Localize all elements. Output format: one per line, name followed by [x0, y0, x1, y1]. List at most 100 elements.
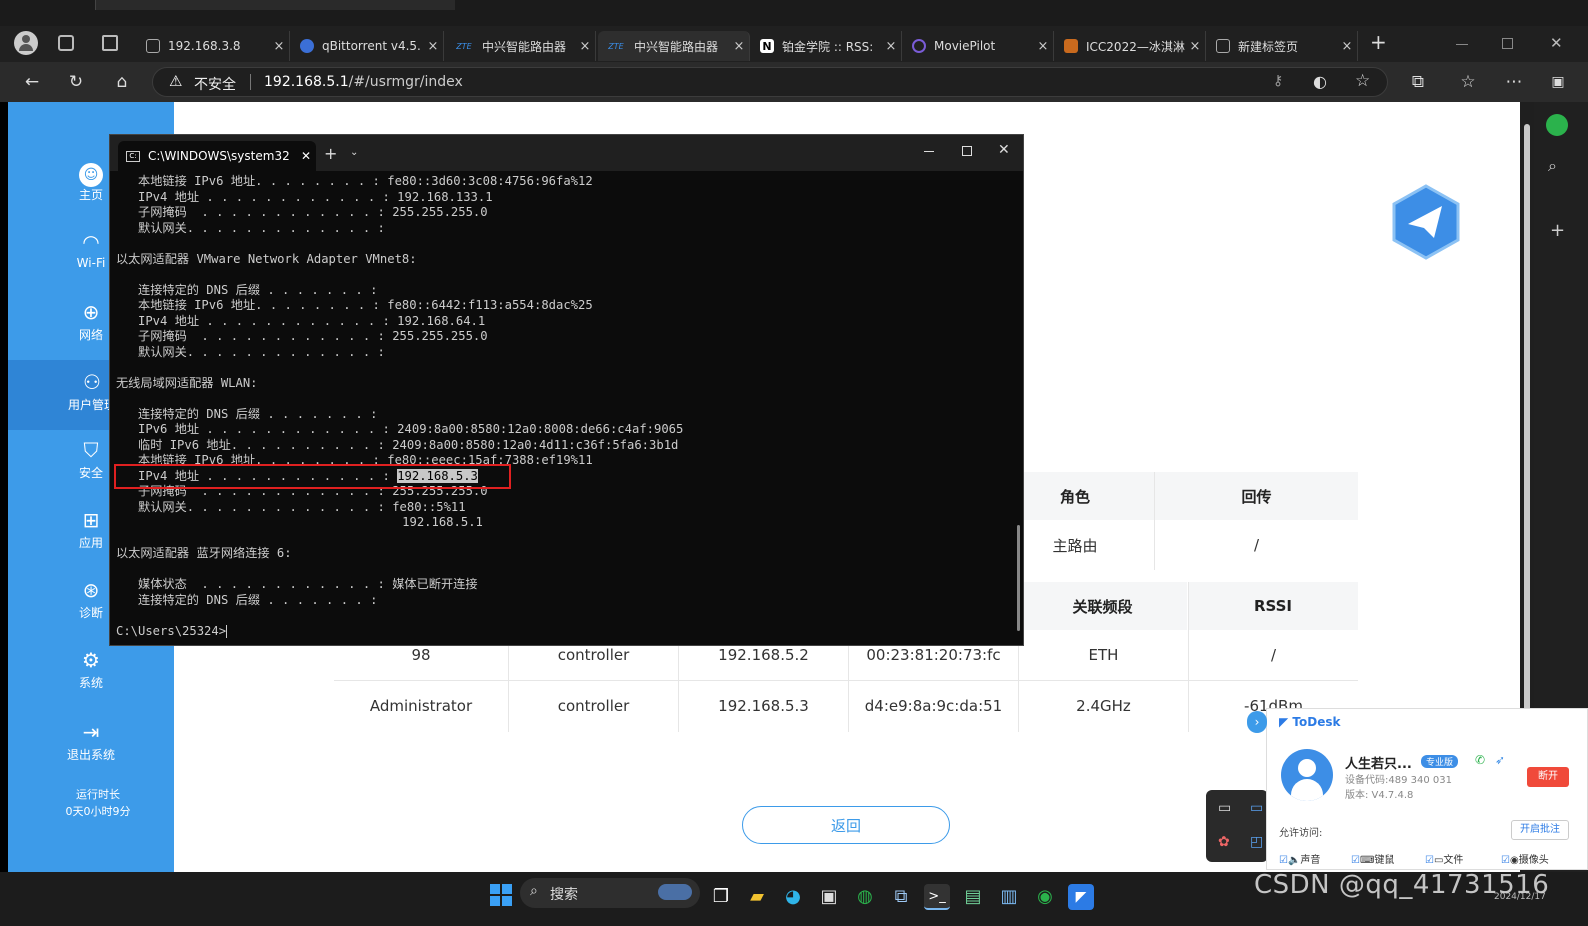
edge-refresh-icon[interactable]: ◐ — [1313, 72, 1327, 91]
profile-avatar-icon[interactable] — [14, 31, 38, 55]
workspaces-icon[interactable] — [58, 35, 74, 51]
perm-file[interactable]: ☑▭文件 — [1425, 851, 1463, 866]
checkbox-icon[interactable]: ☑ — [1425, 855, 1434, 866]
close-window-icon[interactable]: ✕ — [998, 142, 1010, 158]
sidebar-item-system[interactable]: ⚙ 系统 — [58, 648, 124, 691]
tab-router-3-8[interactable]: 192.168.3.8 × — [138, 31, 290, 61]
home-icon[interactable]: ⌂ — [110, 70, 134, 94]
perm-camera[interactable]: ☑◉摄像头 — [1501, 851, 1549, 866]
screen-icon[interactable]: ▭ — [1250, 800, 1263, 816]
terminal-line: 临时 IPv6 地址. . . . . . . . . . : 2409:8a0… — [116, 437, 679, 452]
terminal-titlebar: C: C:\WINDOWS\system32 ✕ + ⌄ ✕ — [110, 135, 1023, 171]
url-text[interactable]: 192.168.5.1/#/usrmgr/index — [264, 74, 463, 90]
address-bar[interactable]: ⚠ 不安全 192.168.5.1/#/usrmgr/index ⚷ ◐ ☆ — [152, 67, 1388, 97]
new-terminal-tab-icon[interactable]: + — [324, 144, 337, 163]
wechat-icon[interactable] — [1546, 114, 1568, 136]
perm-label: 键鼠 — [1374, 855, 1395, 866]
speaker-icon: 🔈 — [1287, 855, 1301, 866]
checkbox-icon[interactable]: ☑ — [1279, 855, 1288, 866]
favorites-icon[interactable]: ☆ — [1456, 70, 1480, 94]
more-menu-icon[interactable]: ⋯ — [1502, 70, 1526, 94]
collapse-arrow-icon[interactable]: › — [1247, 711, 1267, 733]
file-explorer-icon[interactable]: ▰ — [744, 884, 770, 910]
maximize-icon[interactable] — [962, 146, 972, 156]
close-window-icon[interactable]: ✕ — [1550, 34, 1563, 52]
table-row-1-band: ETH — [1088, 646, 1119, 664]
add-icon[interactable]: + — [1550, 220, 1565, 241]
tab-new-tab[interactable]: 新建标签页 × — [1208, 31, 1358, 61]
remote-desktop-icon[interactable]: ⧉ — [888, 884, 914, 910]
checkbox-icon[interactable]: ☑ — [1501, 855, 1510, 866]
key-icon[interactable]: ⚷ — [1273, 73, 1283, 89]
tab-zte-router-2[interactable]: ZTE 中兴智能路由器 × — [598, 31, 750, 61]
sidebar-toggle-icon[interactable]: ▣ — [1546, 70, 1570, 94]
screen-icon[interactable]: ▭ — [1218, 800, 1231, 816]
green-app-icon[interactable]: ◍ — [852, 884, 878, 910]
phone-icon[interactable]: ✆ — [1475, 753, 1485, 767]
store-icon[interactable]: ▣ — [816, 884, 842, 910]
tab-rss[interactable]: N 铂金学院 :: RSS: × — [752, 31, 902, 61]
table-divider — [1188, 582, 1189, 732]
close-tab-icon[interactable]: × — [269, 39, 289, 54]
terminal-tab[interactable]: C: C:\WINDOWS\system32 ✕ — [118, 141, 316, 171]
terminal-scrollbar[interactable] — [1017, 525, 1020, 631]
todesk-taskbar-icon[interactable]: ◤ — [1068, 884, 1094, 910]
terminal-window[interactable]: C: C:\WINDOWS\system32 ✕ + ⌄ ✕ 本地链接 IPv6… — [109, 134, 1024, 646]
tab-icc2022[interactable]: ICC2022—冰淇淋 × — [1056, 31, 1206, 61]
terminal-output[interactable]: 本地链接 IPv6 地址. . . . . . . . : fe80::3d60… — [116, 174, 1016, 639]
perm-sound[interactable]: ☑🔈声音 — [1279, 851, 1320, 866]
pointer-icon[interactable]: ➶ — [1495, 753, 1505, 767]
minimize-icon[interactable] — [924, 151, 934, 152]
perm-label: 声音 — [1300, 855, 1321, 866]
new-tab-button[interactable]: + — [1370, 30, 1387, 54]
close-tab-icon[interactable]: × — [1337, 39, 1357, 54]
runtime-value: 0天0小时9分 — [65, 805, 131, 818]
perm-keyboard[interactable]: ☑⌨键鼠 — [1351, 851, 1394, 866]
app-window-icon[interactable]: ▤ — [960, 884, 986, 910]
close-tab-icon[interactable]: × — [729, 39, 749, 54]
chevron-down-icon[interactable]: ⌄ — [350, 147, 358, 158]
close-tab-icon[interactable]: × — [1033, 39, 1053, 54]
enable-approval-button[interactable]: 开启批注 — [1511, 820, 1569, 840]
wechat-icon[interactable]: ◉ — [1032, 884, 1058, 910]
minimize-icon[interactable] — [1456, 44, 1468, 45]
close-tab-icon[interactable]: × — [423, 39, 443, 54]
disconnect-button[interactable]: 断开 — [1527, 767, 1569, 787]
close-tab-icon[interactable]: × — [881, 39, 901, 54]
checkbox-icon[interactable]: ☑ — [1351, 855, 1360, 866]
close-tab-icon[interactable]: ✕ — [296, 149, 316, 163]
start-icon[interactable] — [490, 884, 512, 906]
terminal-line: C:\Users\25324> — [116, 623, 228, 638]
sidebar-item-logout[interactable]: ⇥ 退出系统 — [58, 720, 124, 763]
edge-icon[interactable]: ◕ — [780, 884, 806, 910]
back-arrow-icon[interactable]: ← — [20, 70, 44, 94]
terminal-line: 连接特定的 DNS 后缀 . . . . . . . : — [116, 592, 378, 607]
browser-nav-bar: ← ↻ ⌂ ⚠ 不安全 192.168.5.1/#/usrmgr/index ⚷… — [0, 62, 1588, 102]
maximize-icon[interactable] — [1502, 38, 1513, 49]
task-view-icon[interactable]: ❐ — [708, 884, 734, 910]
todesk-brand: ◤ ToDesk — [1279, 715, 1340, 729]
notepad-icon[interactable]: ▥ — [996, 884, 1022, 910]
favorite-star-icon[interactable]: ☆ — [1355, 71, 1370, 91]
back-button[interactable]: 返回 — [742, 806, 950, 844]
vertical-tabs-icon[interactable] — [102, 35, 118, 51]
close-tab-icon[interactable]: × — [575, 39, 595, 54]
tab-moviepilot[interactable]: MoviePilot × — [904, 31, 1054, 61]
search-icon[interactable]: ⌕ — [1548, 156, 1557, 176]
keyboard-icon: ⌨ — [1359, 855, 1375, 866]
reload-icon[interactable]: ↻ — [64, 70, 88, 94]
terminal-line: 连接特定的 DNS 后缀 . . . . . . . : — [116, 282, 378, 297]
terminal-taskbar-icon[interactable]: >_ — [924, 884, 950, 910]
flower-icon[interactable]: ✿ — [1218, 834, 1230, 850]
tab-qbittorrent[interactable]: qBittorrent v4.5. × — [292, 31, 444, 61]
terminal-line: 子网掩码 . . . . . . . . . . . . : 255.255.2… — [116, 205, 488, 219]
share-icon[interactable]: ◰ — [1250, 834, 1263, 850]
table-row-2-name: Administrator — [369, 697, 473, 715]
address-separator — [250, 74, 251, 90]
new-tab-page-icon — [1216, 39, 1230, 53]
taskbar-search[interactable]: ⌕ 搜索 — [520, 878, 700, 908]
extensions-icon[interactable]: ⧉ — [1406, 70, 1430, 94]
tab-zte-router-1[interactable]: ZTE 中兴智能路由器 × — [446, 31, 596, 61]
close-tab-icon[interactable]: × — [1185, 39, 1205, 54]
